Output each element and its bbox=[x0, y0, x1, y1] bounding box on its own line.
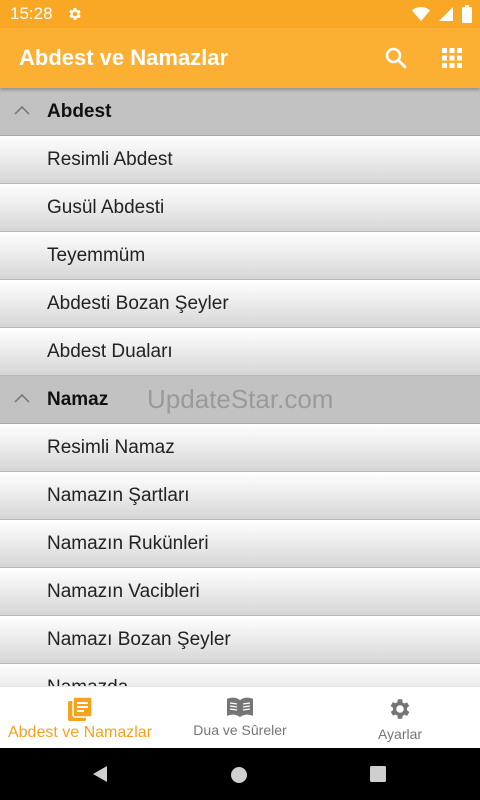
system-navigation-bar bbox=[0, 748, 480, 800]
battery-icon bbox=[462, 5, 472, 23]
search-icon bbox=[385, 47, 407, 69]
list-item[interactable]: Gusül Abdesti bbox=[0, 184, 480, 232]
list-item[interactable]: Resimli Abdest bbox=[0, 136, 480, 184]
list-item[interactable]: Teyemmüm bbox=[0, 232, 480, 280]
open-book-icon bbox=[227, 697, 253, 717]
list-item-label: Namazın Vacibleri bbox=[47, 580, 200, 602]
list-item[interactable]: Abdest Duaları bbox=[0, 328, 480, 376]
gear-icon bbox=[390, 699, 410, 719]
list-item[interactable]: Namazın Şartları bbox=[0, 472, 480, 520]
section-header-namaz[interactable]: Namaz UpdateStar.com bbox=[0, 376, 480, 424]
list-item[interactable]: Namazda ... bbox=[0, 664, 480, 686]
section-header-abdest[interactable]: Abdest bbox=[0, 88, 480, 136]
tab-abdest-ve-namazlar[interactable]: Abdest ve Namazlar bbox=[0, 687, 160, 749]
grid-menu-icon bbox=[442, 48, 462, 68]
list-item-label: Gusül Abdesti bbox=[47, 196, 165, 218]
list-item-label: Namazın Şartları bbox=[47, 484, 190, 506]
list-item-label: Abdest Duaları bbox=[47, 340, 173, 362]
home-icon[interactable] bbox=[230, 766, 248, 784]
bottom-navigation: Abdest ve Namazlar Dua ve Sûreler Ayarla… bbox=[0, 686, 480, 749]
wifi-icon bbox=[412, 7, 430, 21]
list-item-label: Namazın Rukünleri bbox=[47, 532, 209, 554]
app-bar-actions bbox=[368, 28, 480, 88]
signal-icon bbox=[439, 7, 453, 21]
watermark: UpdateStar.com bbox=[147, 384, 334, 414]
app-bar: Abdest ve Namazlar bbox=[0, 28, 480, 88]
list-item[interactable]: Abdesti Bozan Şeyler bbox=[0, 280, 480, 328]
tab-dua-ve-sureler[interactable]: Dua ve Sûreler bbox=[160, 687, 320, 749]
list-item[interactable]: Namazın Rukünleri bbox=[0, 520, 480, 568]
chevron-up-icon bbox=[14, 105, 30, 115]
expandable-list: Abdest Resimli Abdest Gusül Abdesti Teye… bbox=[0, 88, 480, 686]
list-item-label: Abdesti Bozan Şeyler bbox=[47, 292, 229, 314]
page-title: Abdest ve Namazlar bbox=[19, 45, 229, 70]
tab-label: Ayarlar bbox=[377, 726, 423, 742]
settings-icon bbox=[68, 8, 81, 20]
search-button[interactable] bbox=[368, 28, 424, 88]
back-icon[interactable] bbox=[91, 764, 109, 784]
list-item[interactable]: Resimli Namaz bbox=[0, 424, 480, 472]
chevron-up-icon bbox=[14, 393, 30, 403]
section-title: Abdest bbox=[47, 100, 112, 122]
tab-ayarlar[interactable]: Ayarlar bbox=[320, 687, 480, 749]
status-time: 15:28 bbox=[10, 4, 53, 23]
recents-icon[interactable] bbox=[370, 766, 386, 782]
section-title: Namaz bbox=[47, 388, 109, 410]
status-bar: 15:28 bbox=[0, 0, 480, 28]
tab-label: Dua ve Sûreler bbox=[193, 722, 287, 738]
list-item-label: Namazda ... bbox=[47, 677, 149, 687]
list-item-label: Resimli Namaz bbox=[47, 436, 175, 458]
grid-menu-button[interactable] bbox=[424, 28, 480, 88]
list-item-label: Teyemmüm bbox=[47, 244, 146, 266]
list-item-label: Namazı Bozan Şeyler bbox=[47, 628, 231, 650]
tab-label: Abdest ve Namazlar bbox=[7, 724, 153, 741]
status-icons bbox=[412, 5, 472, 23]
list-item[interactable]: Namazın Vacibleri bbox=[0, 568, 480, 616]
notes-list-icon bbox=[68, 696, 93, 721]
list-item-label: Resimli Abdest bbox=[47, 148, 173, 170]
list-item[interactable]: Namazı Bozan Şeyler bbox=[0, 616, 480, 664]
